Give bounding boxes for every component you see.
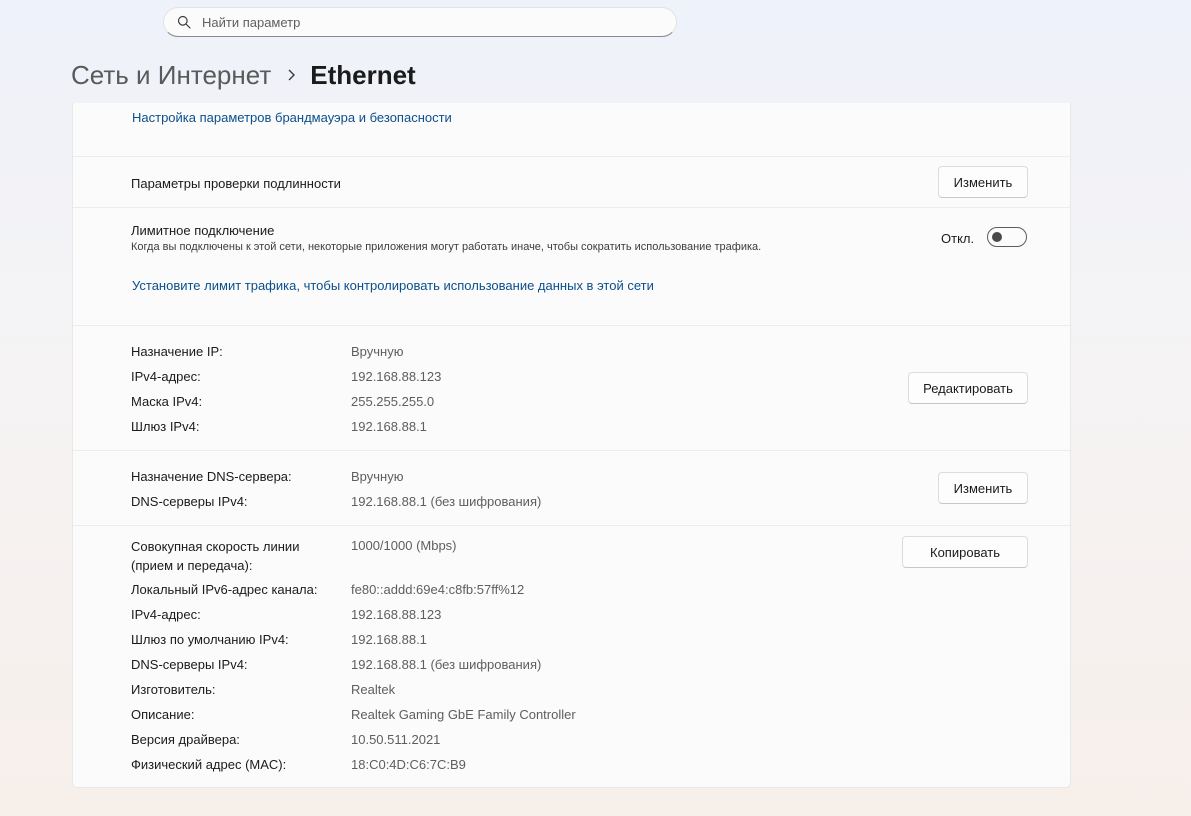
toggle-knob bbox=[992, 232, 1002, 242]
auth-change-button[interactable]: Изменить bbox=[938, 166, 1028, 198]
divider bbox=[73, 525, 1070, 526]
ipv6-link-local-label: Локальный IPv6-адрес канала: bbox=[131, 582, 318, 597]
ipv4-address-label: IPv4-адрес: bbox=[131, 369, 201, 384]
manufacturer-label: Изготовитель: bbox=[131, 682, 216, 697]
ipv4-gateway-label: Шлюз IPv4: bbox=[131, 419, 200, 434]
auth-settings-label: Параметры проверки подлинности bbox=[131, 176, 341, 191]
divider bbox=[73, 450, 1070, 451]
divider bbox=[73, 156, 1070, 157]
link-speed-label-line1: Совокупная скорость линии bbox=[131, 539, 300, 554]
ip-edit-button[interactable]: Редактировать bbox=[908, 372, 1028, 404]
data-limit-link[interactable]: Установите лимит трафика, чтобы контроли… bbox=[132, 278, 654, 293]
ipv4-mask-label: Маска IPv4: bbox=[131, 394, 203, 409]
driver-version-label: Версия драйвера: bbox=[131, 732, 240, 747]
dns-assignment-label: Назначение DNS-сервера: bbox=[131, 469, 292, 484]
firewall-settings-link[interactable]: Настройка параметров брандмауэра и безоп… bbox=[132, 110, 452, 125]
mac-address-label: Физический адрес (MAC): bbox=[131, 757, 287, 772]
divider bbox=[73, 207, 1070, 208]
page-title: Ethernet bbox=[310, 59, 416, 90]
link-speed-value: 1000/1000 (Mbps) bbox=[351, 538, 457, 553]
description-label: Описание: bbox=[131, 707, 195, 722]
breadcrumb-parent[interactable]: Сеть и Интернет bbox=[71, 60, 271, 91]
search-input[interactable] bbox=[202, 14, 642, 30]
ipv6-link-local-value: fe80::addd:69e4:c8fb:57ff%12 bbox=[351, 582, 525, 597]
props-dns-servers-label: DNS-серверы IPv4: bbox=[131, 657, 248, 672]
props-ipv4-address-value: 192.168.88.123 bbox=[351, 607, 442, 622]
metered-connection-title: Лимитное подключение bbox=[131, 223, 275, 238]
ipv4-gateway-value: 192.168.88.1 bbox=[351, 419, 427, 434]
manufacturer-value: Realtek bbox=[351, 682, 396, 697]
copy-button[interactable]: Копировать bbox=[902, 536, 1028, 568]
default-gateway-label: Шлюз по умолчанию IPv4: bbox=[131, 632, 289, 647]
link-speed-label-line2: (прием и передача): bbox=[131, 558, 253, 573]
props-dns-servers-value: 192.168.88.1 (без шифрования) bbox=[351, 657, 542, 672]
default-gateway-value: 192.168.88.1 bbox=[351, 632, 427, 647]
props-ipv4-address-label: IPv4-адрес: bbox=[131, 607, 201, 622]
divider bbox=[73, 325, 1070, 326]
ipv4-mask-value: 255.255.255.0 bbox=[351, 394, 435, 409]
driver-version-value: 10.50.511.2021 bbox=[351, 732, 441, 747]
ipv4-address-value: 192.168.88.123 bbox=[351, 369, 442, 384]
chevron-right-icon bbox=[287, 68, 296, 82]
metered-connection-description: Когда вы подключены к этой сети, некотор… bbox=[131, 241, 762, 253]
ip-assignment-label: Назначение IP: bbox=[131, 344, 223, 359]
ethernet-settings-card: Настройка параметров брандмауэра и безоп… bbox=[72, 103, 1071, 788]
dns-servers-label: DNS-серверы IPv4: bbox=[131, 494, 248, 509]
dns-servers-value: 192.168.88.1 (без шифрования) bbox=[351, 494, 542, 509]
ip-assignment-value: Вручную bbox=[351, 344, 404, 359]
search-box[interactable] bbox=[163, 7, 677, 37]
dns-assignment-value: Вручную bbox=[351, 469, 404, 484]
dns-change-button[interactable]: Изменить bbox=[938, 472, 1028, 504]
description-value: Realtek Gaming GbE Family Controller bbox=[351, 707, 576, 722]
breadcrumb: Сеть и Интернет Ethernet bbox=[71, 58, 416, 92]
metered-connection-toggle[interactable] bbox=[987, 227, 1027, 247]
metered-toggle-state: Откл. bbox=[941, 231, 975, 246]
search-icon bbox=[177, 15, 191, 29]
mac-address-value: 18:C0:4D:C6:7C:B9 bbox=[351, 757, 466, 772]
